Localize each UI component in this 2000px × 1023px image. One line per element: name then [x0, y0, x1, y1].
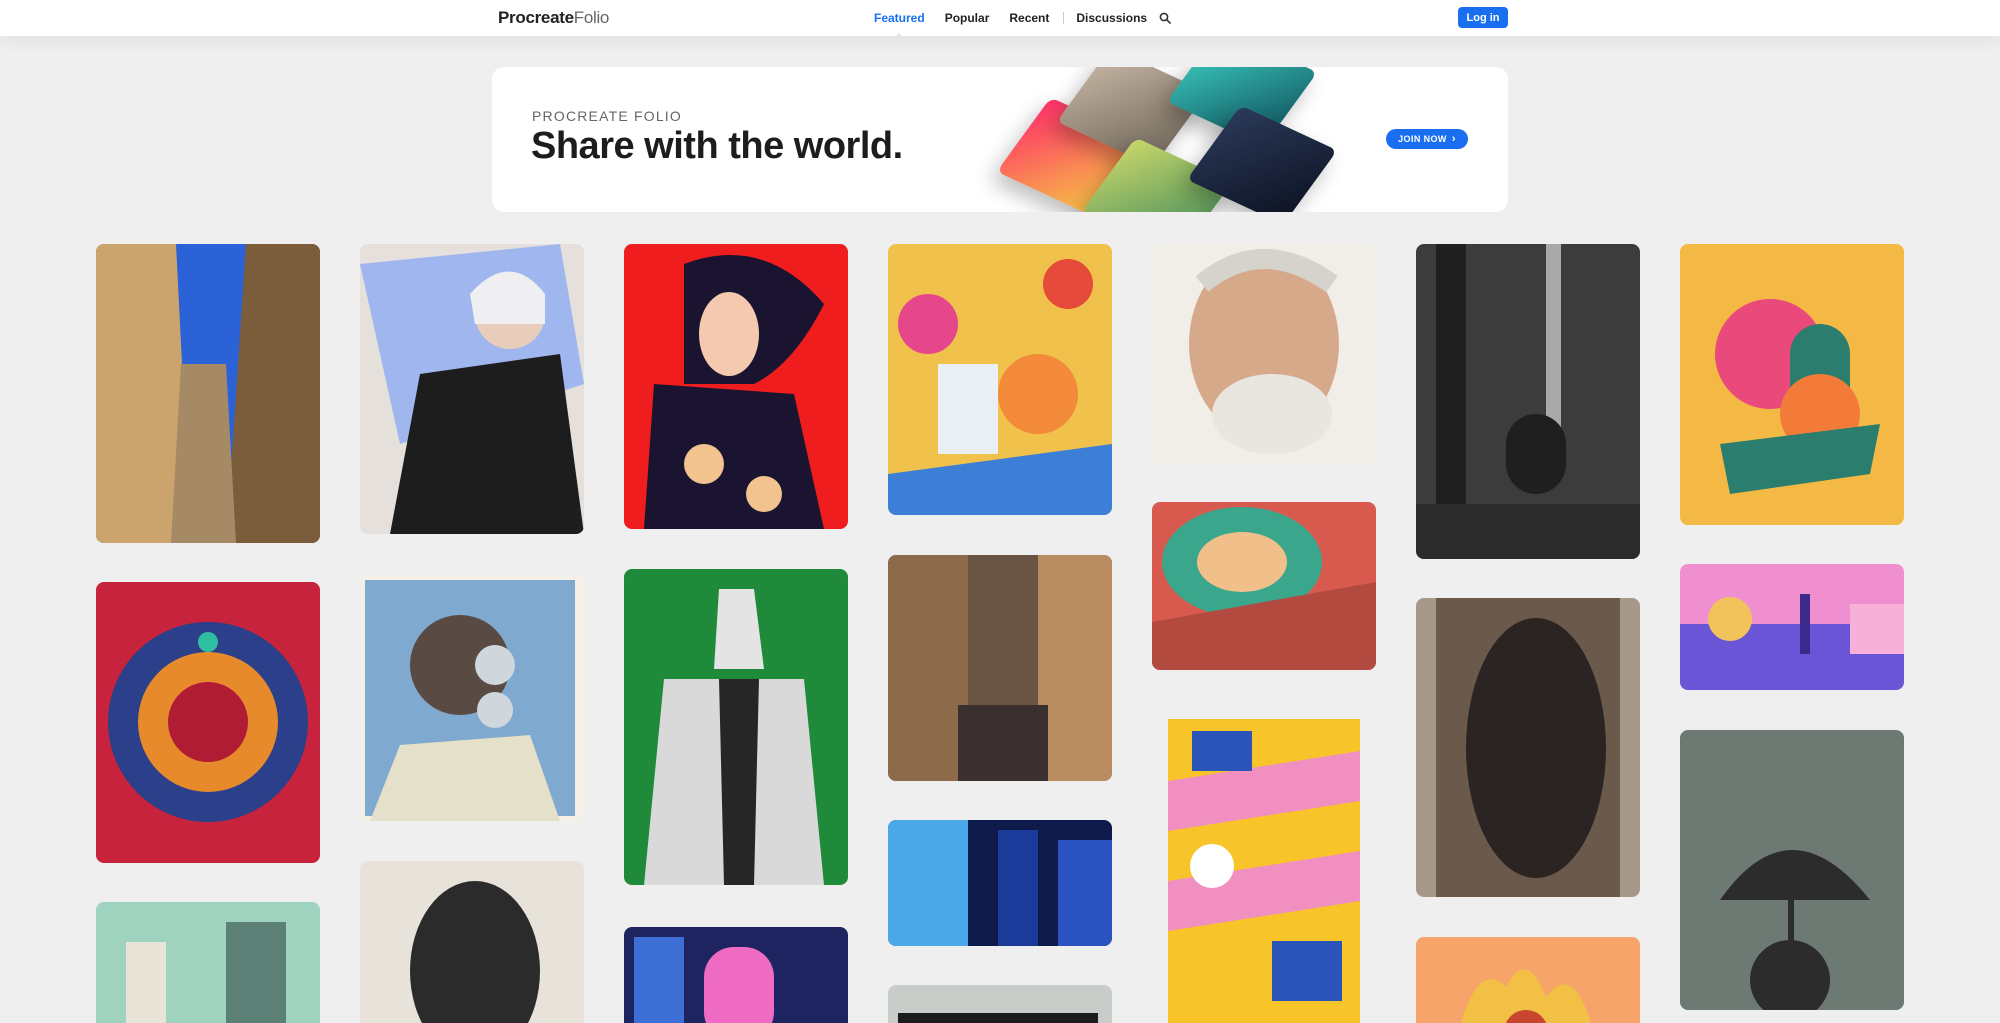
chevron-right-icon: › — [1451, 133, 1456, 145]
logo-wordmark-bold: Procreate — [498, 8, 574, 27]
artwork-tile-alley-mint-wall[interactable] — [96, 902, 320, 1023]
artwork-tile-abstract-shapes-yellow[interactable] — [1680, 244, 1904, 525]
artwork-tile-child-silhouette-portrait[interactable] — [360, 861, 584, 1023]
artwork-tile-subway-tunnel[interactable] — [1152, 502, 1376, 670]
artwork-tile-psychedelic-meditation[interactable] — [96, 582, 320, 863]
nav-popular[interactable]: Popular — [945, 11, 990, 25]
artwork-tile-dark-figure-painting[interactable] — [1416, 598, 1640, 897]
nav-recent[interactable]: Recent — [1009, 11, 1049, 25]
banner-title: Share with the world. — [531, 125, 903, 167]
procreate-folio-logo[interactable]: ProcreateFolio — [498, 8, 609, 28]
artwork-tile-dark-forest-gate[interactable] — [1416, 244, 1640, 559]
join-now-label: JOIN NOW — [1398, 134, 1447, 144]
artwork-tile-orange-hands[interactable] — [1416, 937, 1640, 1023]
artwork-tile-sunlit-alley[interactable] — [96, 244, 320, 543]
join-now-button[interactable]: JOIN NOW › — [1386, 129, 1468, 149]
artwork-tile-geometric-suited-figure[interactable] — [624, 569, 848, 885]
main-nav: Featured Popular Recent Discussions — [874, 0, 1171, 38]
artwork-tile-rainy-street-painting[interactable] — [888, 555, 1112, 781]
nav-featured[interactable]: Featured — [874, 11, 925, 38]
banner-eyebrow: PROCREATE FOLIO — [532, 108, 682, 124]
join-banner: PROCREATE FOLIO Share with the world. JO… — [492, 67, 1508, 212]
artwork-tile-framed-painting[interactable] — [888, 985, 1112, 1023]
search-icon[interactable] — [1159, 12, 1171, 24]
artwork-tile-girl-with-goggles[interactable] — [360, 575, 584, 821]
artwork-tile-woman-red-background[interactable] — [624, 244, 848, 529]
artwork-tile-umbrella-reflection[interactable] — [1680, 730, 1904, 1010]
artwork-tile-old-man-portrait[interactable] — [1152, 244, 1376, 463]
logo-wordmark-light: Folio — [573, 8, 610, 27]
artwork-tile-aquarium-blue[interactable] — [888, 820, 1112, 946]
login-button[interactable]: Log in — [1458, 7, 1508, 28]
artwork-tile-easy-breezy-poster[interactable] — [1152, 711, 1376, 1023]
artwork-tile-neon-doorway[interactable] — [624, 927, 848, 1023]
artwork-tile-picnic-table-spread[interactable] — [888, 244, 1112, 515]
nav-discussions[interactable]: Discussions — [1076, 11, 1147, 25]
artwork-tile-woman-in-painted-jacket[interactable] — [360, 244, 584, 534]
banner-artwork-collage — [992, 67, 1352, 212]
top-navigation-bar: ProcreateFolio Featured Popular Recent D… — [0, 0, 2000, 38]
artwork-tile-city-fountain-pink[interactable] — [1680, 564, 1904, 690]
nav-divider — [1063, 12, 1065, 24]
